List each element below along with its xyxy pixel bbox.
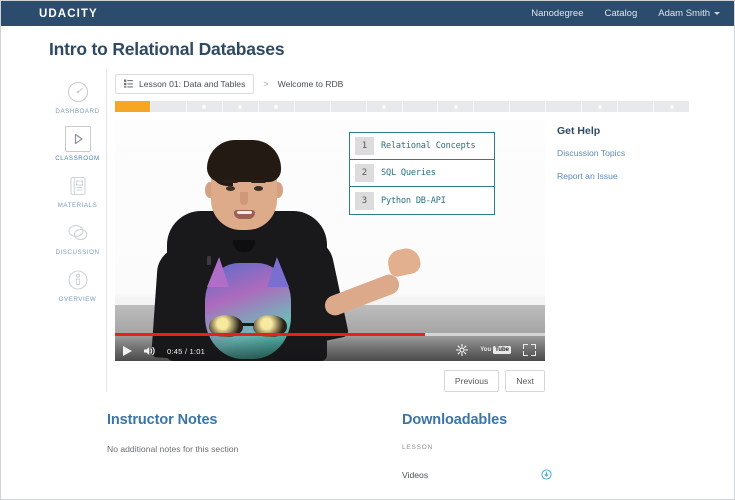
- player-right-controls: You Tube: [456, 344, 536, 356]
- video-time-display: 0:45 / 1:01: [167, 346, 206, 356]
- breadcrumb-separator: >: [263, 78, 269, 89]
- lesson-progress-bar[interactable]: [115, 101, 689, 112]
- video-topic-number: 2: [355, 164, 374, 182]
- progress-segment[interactable]: [654, 101, 689, 112]
- scrubber-track[interactable]: [115, 333, 545, 336]
- video-topic-label: Relational Concepts: [381, 141, 476, 151]
- progress-segment[interactable]: [438, 101, 475, 112]
- video-topics-overlay: 1 Relational Concepts 2 SQL Queries 3 Python …: [349, 132, 495, 215]
- get-help-title: Get Help: [557, 125, 601, 137]
- sidebar-item-overview[interactable]: OVERVIEW: [49, 261, 107, 308]
- sidebar-item-dashboard[interactable]: DASHBOARD: [49, 73, 107, 120]
- link-discussion-topics[interactable]: Discussion Topics: [557, 148, 695, 158]
- downloadable-row[interactable]: Videos: [402, 464, 552, 485]
- video-column: 1 Relational Concepts 2 SQL Queries 3 Python …: [115, 120, 545, 392]
- progress-segment[interactable]: [510, 101, 547, 112]
- lesson-nav-buttons: Previous Next: [115, 370, 545, 392]
- downloadable-name: Videos: [402, 469, 429, 480]
- downloadables-list: Videos Transcripts: [402, 464, 552, 499]
- download-icon[interactable]: [541, 469, 552, 480]
- sidebar-item-label: DISCUSSION: [55, 249, 100, 256]
- sidebar-item-label: OVERVIEW: [58, 296, 97, 303]
- video-topic-label: Python DB-API: [381, 195, 446, 206]
- play-button[interactable]: [123, 346, 132, 356]
- sidebar-item-label: MATERIALS: [57, 202, 98, 209]
- video-topic-row[interactable]: 2 SQL Queries: [350, 160, 494, 187]
- link-report-an-issue[interactable]: Report an Issue: [557, 171, 695, 181]
- progress-segment[interactable]: [294, 101, 331, 112]
- progress-segment[interactable]: [582, 101, 619, 112]
- info-person-icon: [67, 270, 88, 290]
- progress-segment[interactable]: [330, 101, 367, 112]
- udacity-classroom-page: UDACITY Nanodegree Catalog Adam Smith In…: [0, 0, 735, 500]
- main-column: Lesson 01: Data and Tables > Welcome to …: [107, 69, 734, 392]
- body-area: DASHBOARD CLASSROOM MATERIALS DISCUSSION…: [1, 69, 734, 392]
- sidebar-item-discussion[interactable]: DISCUSSION: [49, 214, 107, 261]
- gear-icon[interactable]: [456, 344, 469, 356]
- youtube-logo[interactable]: You Tube: [480, 346, 511, 354]
- downloadables-group-label: LESSON: [402, 444, 433, 451]
- top-nav-links: Nanodegree Catalog Adam Smith: [531, 8, 720, 19]
- progress-segment[interactable]: [402, 101, 439, 112]
- breadcrumb: Lesson 01: Data and Tables > Welcome to …: [115, 69, 734, 97]
- player-left-controls: 0:45 / 1:01: [123, 345, 205, 357]
- sidebar-item-label: CLASSROOM: [55, 155, 100, 162]
- progress-segment[interactable]: [366, 101, 403, 112]
- progress-segment[interactable]: [222, 101, 259, 112]
- sidebar-item-label: DASHBOARD: [55, 108, 100, 115]
- left-rail: DASHBOARD CLASSROOM MATERIALS DISCUSSION…: [49, 69, 107, 392]
- progress-segment[interactable]: [258, 101, 295, 112]
- volume-icon[interactable]: [143, 345, 156, 357]
- breadcrumb-current: Welcome to RDB: [277, 78, 344, 89]
- downloadables-title: Downloadables: [402, 412, 508, 428]
- progress-segment[interactable]: [474, 101, 511, 112]
- player-controls: 0:45 / 1:01 You Tube: [115, 333, 545, 361]
- video-topic-row[interactable]: 3 Python DB-API: [350, 187, 494, 214]
- instructor-notes-title: Instructor Notes: [107, 412, 218, 428]
- progress-segment[interactable]: [618, 101, 655, 112]
- video-player[interactable]: 1 Relational Concepts 2 SQL Queries 3 Python …: [115, 120, 545, 361]
- progress-segment[interactable]: [115, 101, 151, 112]
- sidebar-item-materials[interactable]: MATERIALS: [49, 167, 107, 214]
- previous-button[interactable]: Previous: [443, 370, 500, 392]
- gauge-icon: [67, 81, 88, 103]
- sidebar-item-classroom[interactable]: CLASSROOM: [49, 120, 107, 167]
- page-title: Intro to Relational Databases: [49, 39, 285, 59]
- instructor-figure: [145, 136, 423, 361]
- list-icon: [124, 79, 133, 88]
- video-topic-number: 3: [355, 191, 374, 210]
- nav-link-catalog[interactable]: Catalog: [605, 8, 638, 19]
- breadcrumb-lesson-chip[interactable]: Lesson 01: Data and Tables: [115, 73, 255, 94]
- udacity-logo[interactable]: UDACITY: [39, 8, 98, 20]
- youtube-you-text: You: [480, 347, 492, 353]
- progress-segment[interactable]: [150, 101, 187, 112]
- top-navigation-bar: UDACITY Nanodegree Catalog Adam Smith: [1, 1, 734, 26]
- chevron-down-icon: [714, 11, 720, 15]
- progress-segment[interactable]: [186, 101, 223, 112]
- breadcrumb-lesson-label: Lesson 01: Data and Tables: [139, 78, 246, 89]
- content-row: 1 Relational Concepts 2 SQL Queries 3 Python …: [115, 120, 734, 392]
- downloadable-row[interactable]: Transcripts: [402, 495, 552, 499]
- user-menu[interactable]: Adam Smith: [658, 8, 720, 19]
- youtube-tube-text: Tube: [493, 346, 511, 354]
- chat-bubbles-icon: [67, 225, 87, 241]
- progress-segment[interactable]: [546, 101, 583, 112]
- fullscreen-icon[interactable]: [523, 344, 536, 356]
- notebook-icon: [69, 176, 86, 196]
- nav-link-nanodegree[interactable]: Nanodegree: [531, 8, 583, 19]
- user-name: Adam Smith: [658, 8, 710, 19]
- instructor-notes-section: Instructor Notes No additional notes for…: [107, 412, 402, 499]
- video-topic-number: 1: [355, 137, 374, 155]
- get-help-panel: Get Help Discussion Topics Report an Iss…: [545, 120, 695, 392]
- downloadables-section: Downloadables LESSON Videos Transcripts: [402, 412, 552, 499]
- play-box-icon: [64, 126, 91, 152]
- lower-sections: Instructor Notes No additional notes for…: [1, 392, 734, 499]
- page-title-wrap: Intro to Relational Databases: [1, 26, 734, 69]
- video-topic-row[interactable]: 1 Relational Concepts: [350, 133, 494, 160]
- video-topic-label: SQL Queries: [381, 168, 436, 178]
- next-button[interactable]: Next: [505, 370, 545, 392]
- scrubber-progress: [115, 333, 425, 336]
- instructor-notes-body: No additional notes for this section: [107, 444, 239, 454]
